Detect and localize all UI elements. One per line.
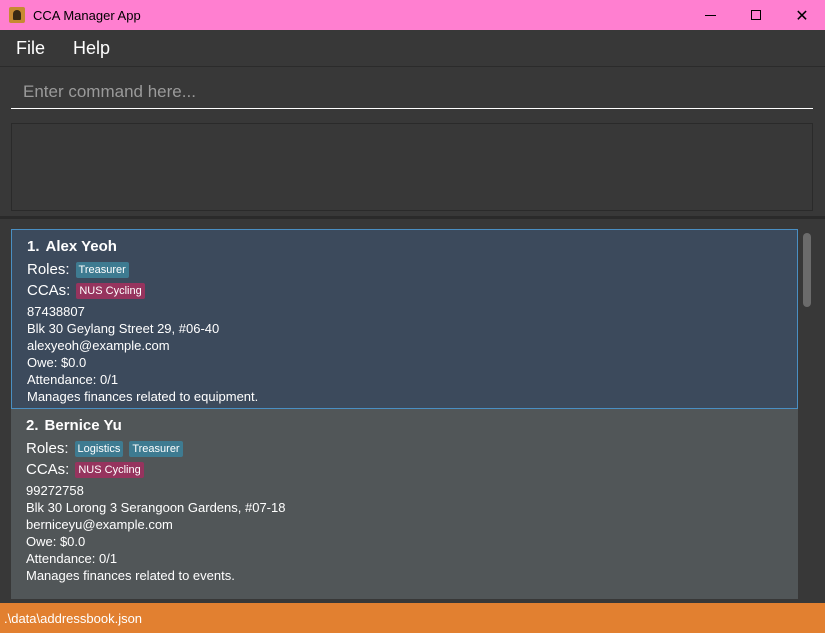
ccas-row: CCAs: NUS Cycling (26, 461, 783, 478)
ccas-row: CCAs: NUS Cycling (27, 282, 782, 299)
person-index: 1. (27, 238, 40, 255)
person-name: Bernice Yu (44, 417, 122, 434)
ccas-label: CCAs: (27, 282, 71, 299)
status-bar: .\data\addressbook.json (0, 603, 825, 633)
role-tag: Logistics (74, 440, 124, 457)
person-card[interactable]: 1. Alex Yeoh Roles: Treasurer CCAs: NUS C… (11, 229, 798, 409)
person-remark: Manages finances related to events. (26, 568, 235, 583)
person-attendance: Attendance: 0/1 (27, 372, 119, 387)
roles-row: Roles: Logistics Treasurer (26, 440, 783, 457)
window-title: CCA Manager App (33, 7, 141, 23)
command-box (0, 67, 825, 117)
roles-label: Roles: (26, 440, 69, 457)
close-button[interactable]: ✕ (779, 0, 825, 30)
person-email: berniceyu@example.com (26, 517, 173, 532)
menu-file[interactable]: File (16, 38, 45, 59)
person-owe: Owe: $0.0 (27, 355, 87, 370)
person-address: Blk 30 Lorong 3 Serangoon Gardens, #07-1… (26, 500, 286, 515)
cca-tag: NUS Cycling (76, 282, 145, 299)
menu-bar: File Help (0, 30, 825, 67)
person-index: 2. (26, 417, 39, 434)
person-owe: Owe: $0.0 (26, 534, 86, 549)
result-display (11, 123, 813, 211)
save-file-path: .\data\addressbook.json (4, 610, 143, 626)
role-tag: Treasurer (75, 261, 129, 278)
ccas-label: CCAs: (26, 461, 70, 478)
minimize-icon (704, 14, 716, 16)
person-address: Blk 30 Geylang Street 29, #06-40 (27, 321, 220, 336)
person-list[interactable]: 1. Alex Yeoh Roles: Treasurer CCAs: NUS C… (0, 219, 825, 603)
window-controls: ✕ (687, 0, 825, 30)
command-input[interactable] (11, 75, 813, 109)
person-attendance: Attendance: 0/1 (26, 551, 118, 566)
person-phone: 99272758 (26, 483, 84, 498)
person-name: Alex Yeoh (45, 238, 117, 255)
person-remark: Manages finances related to equipment. (27, 389, 259, 404)
title-bar: CCA Manager App ✕ (0, 0, 825, 30)
person-name-line: 1. Alex Yeoh (27, 238, 782, 255)
close-icon: ✕ (795, 5, 809, 25)
role-tag: Treasurer (129, 440, 183, 457)
minimize-button[interactable] (687, 0, 733, 30)
person-phone: 87438807 (27, 304, 85, 319)
person-email: alexyeoh@example.com (27, 338, 170, 353)
app-icon (9, 7, 25, 23)
person-name-line: 2. Bernice Yu (26, 417, 783, 434)
person-card[interactable]: 2. Bernice Yu Roles: Logistics Treasurer … (11, 409, 798, 599)
roles-label: Roles: (27, 261, 70, 278)
menu-help[interactable]: Help (73, 38, 110, 59)
cca-tag: NUS Cycling (75, 461, 144, 478)
maximize-icon (751, 10, 761, 20)
maximize-button[interactable] (733, 0, 779, 30)
roles-row: Roles: Treasurer (27, 261, 782, 278)
scrollbar-thumb[interactable] (803, 233, 811, 307)
